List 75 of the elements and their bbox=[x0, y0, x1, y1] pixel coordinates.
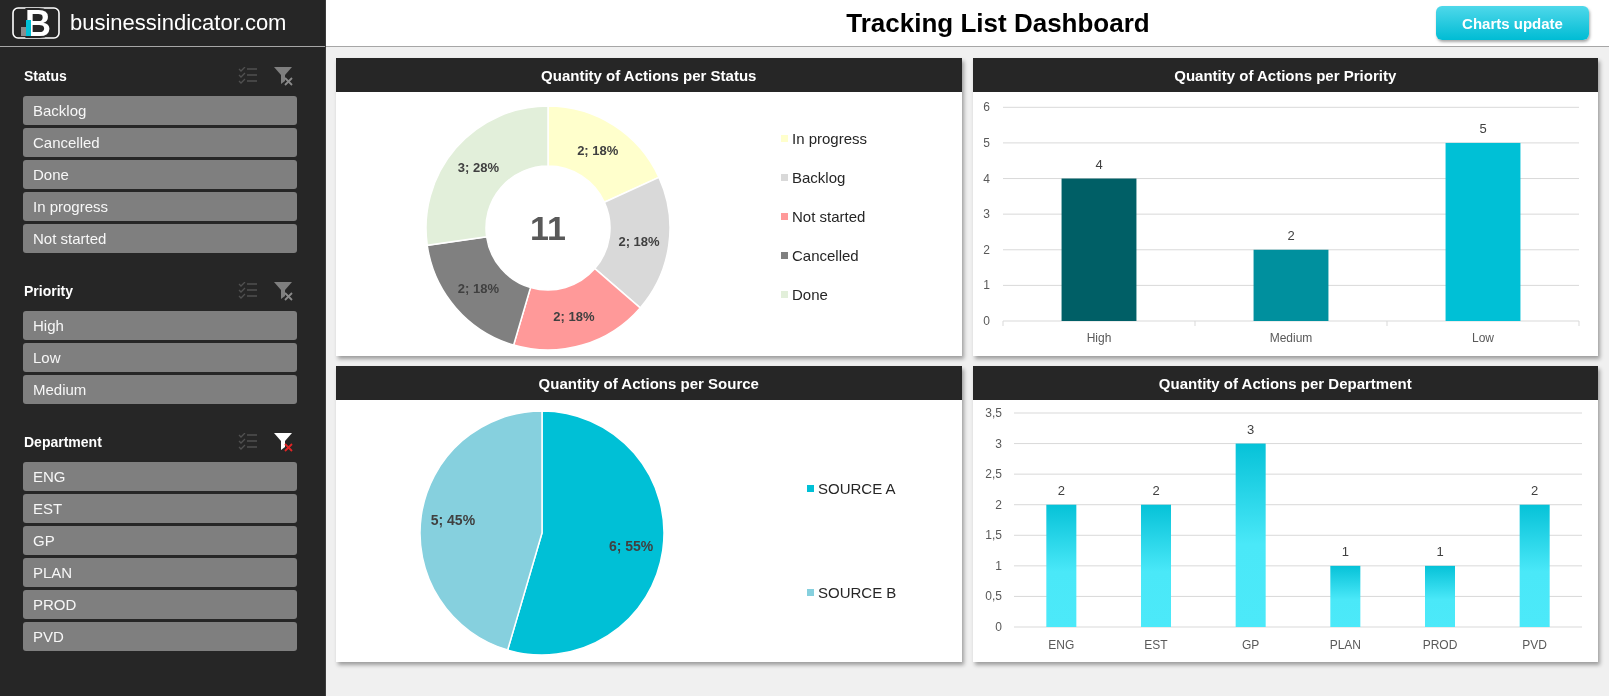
data-label: 2 bbox=[1286, 228, 1295, 244]
data-label: 4 bbox=[1094, 157, 1103, 173]
filter-option[interactable]: GP bbox=[23, 526, 297, 555]
legend-label: In progress bbox=[792, 129, 868, 147]
chart-title: Quantity of Actions per Priority bbox=[972, 58, 1598, 92]
filter-title: Status bbox=[23, 68, 67, 84]
data-label: 2 bbox=[1530, 483, 1538, 499]
data-label: 2; 18% bbox=[457, 280, 500, 296]
filter-option[interactable]: EST bbox=[23, 494, 297, 523]
axis-label: 0 bbox=[994, 620, 1002, 634]
bar bbox=[1329, 565, 1360, 627]
data-label: 2 bbox=[1057, 483, 1065, 499]
filter-option[interactable]: Done bbox=[23, 160, 297, 189]
data-label: 2; 18% bbox=[618, 233, 660, 249]
data-label: 5; 45% bbox=[430, 512, 476, 529]
filter-option[interactable]: ENG bbox=[23, 462, 297, 491]
axis-label: PVD bbox=[1521, 637, 1547, 652]
filter-title: Priority bbox=[23, 283, 73, 299]
filter-option[interactable]: PVD bbox=[23, 622, 297, 651]
axis-label: 1 bbox=[994, 558, 1002, 573]
filter-option[interactable]: PLAN bbox=[23, 558, 297, 587]
filter-option[interactable]: Medium bbox=[23, 375, 297, 404]
legend-label: Done bbox=[792, 285, 828, 303]
axis-label: 2 bbox=[994, 497, 1002, 512]
filter-option[interactable]: Not started bbox=[23, 224, 297, 253]
data-label: 2 bbox=[1151, 483, 1160, 499]
chart-title: Quantity of Actions per Department bbox=[972, 366, 1598, 400]
data-label: 2; 18% bbox=[577, 143, 619, 159]
filter-option[interactable]: PROD bbox=[23, 590, 297, 619]
axis-label: 2 bbox=[982, 242, 990, 257]
chart-title: Quantity of Actions per Status bbox=[336, 58, 962, 92]
axis-label: EST bbox=[1143, 637, 1168, 652]
axis-label: 1,5 bbox=[984, 528, 1002, 543]
filter-option[interactable]: Cancelled bbox=[23, 128, 297, 157]
axis-label: ENG bbox=[1047, 637, 1074, 652]
legend-label: Not started bbox=[792, 207, 866, 225]
dashboard-title: Tracking List Dashboard bbox=[846, 7, 1150, 39]
axis-label: Low bbox=[1471, 331, 1494, 345]
legend-label: Cancelled bbox=[792, 246, 859, 264]
data-label: 6; 55% bbox=[608, 537, 654, 554]
axis-label: Medium bbox=[1269, 331, 1312, 345]
chart-title: Quantity of Actions per Source bbox=[336, 366, 962, 400]
charts-update-button[interactable]: Charts update bbox=[1436, 6, 1589, 40]
axis-label: High bbox=[1086, 331, 1111, 345]
axis-label: 6 bbox=[982, 100, 990, 115]
filter-option[interactable]: High bbox=[23, 311, 297, 340]
bar bbox=[1424, 565, 1455, 627]
axis-label: PROD bbox=[1422, 637, 1457, 652]
data-label: 1 bbox=[1341, 544, 1349, 560]
axis-label: GP bbox=[1241, 637, 1259, 652]
brand-name: businessindicator.com bbox=[70, 10, 287, 36]
clear-filter-icon[interactable] bbox=[273, 432, 293, 452]
data-label: 1 bbox=[1435, 544, 1444, 560]
total-count: 11 bbox=[530, 209, 566, 247]
axis-label: 0 bbox=[982, 314, 990, 328]
axis-label: 3 bbox=[982, 207, 990, 222]
legend-label: SOURCE A bbox=[818, 479, 896, 497]
axis-label: 4 bbox=[982, 171, 990, 186]
axis-label: 0,5 bbox=[984, 589, 1002, 604]
axis-label: 5 bbox=[982, 135, 990, 150]
data-label: 3; 28% bbox=[457, 160, 500, 176]
filter-option[interactable]: In progress bbox=[23, 192, 297, 221]
axis-label: 2,5 bbox=[984, 467, 1002, 482]
legend-label: SOURCE B bbox=[818, 583, 897, 601]
data-label: 2; 18% bbox=[553, 308, 595, 324]
filter-option[interactable]: Backlog bbox=[23, 96, 297, 125]
data-label: 3 bbox=[1246, 422, 1254, 438]
filter-title: Department bbox=[23, 434, 102, 450]
filter-option[interactable]: Low bbox=[23, 343, 297, 372]
axis-label: 3,5 bbox=[984, 406, 1002, 420]
legend-label: Backlog bbox=[792, 168, 846, 186]
axis-label: 3 bbox=[994, 436, 1002, 451]
data-label: 5 bbox=[1478, 121, 1487, 137]
axis-label: 1 bbox=[982, 278, 990, 293]
axis-label: PLAN bbox=[1329, 637, 1361, 652]
